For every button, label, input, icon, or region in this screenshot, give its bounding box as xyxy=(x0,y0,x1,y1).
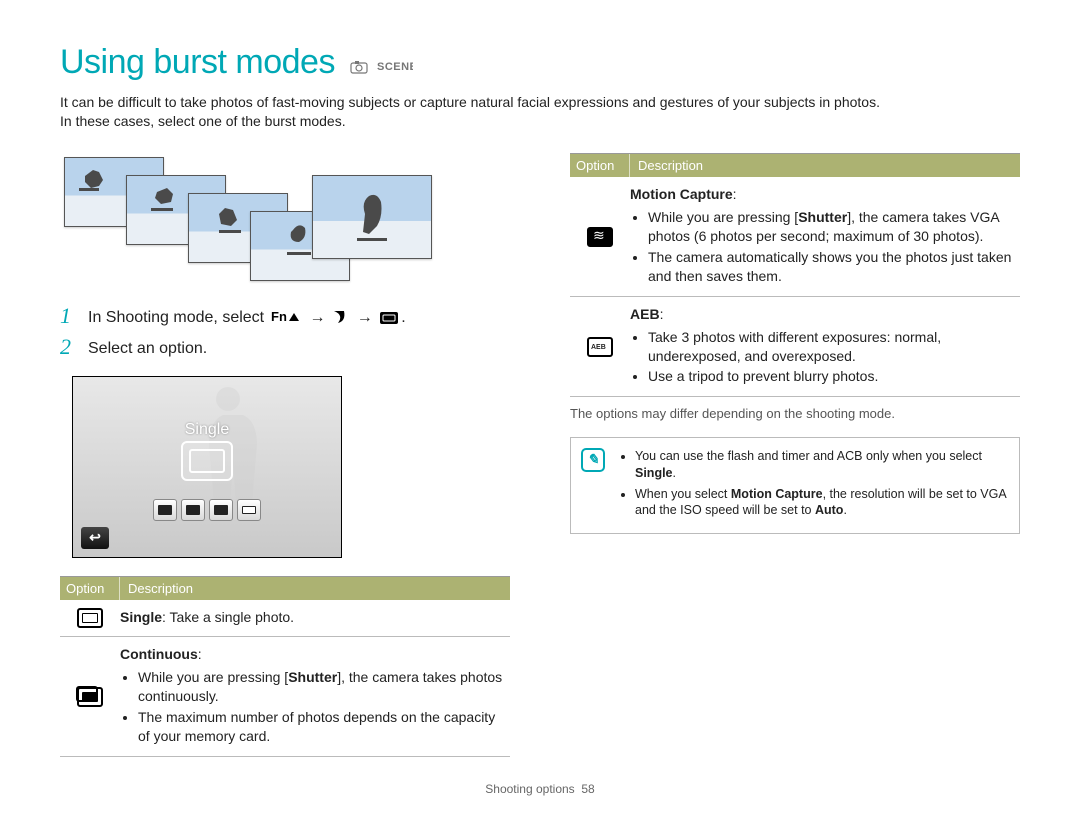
info-icon: ✎ xyxy=(581,448,605,472)
bullet-list: While you are pressing [Shutter], the ca… xyxy=(630,208,1016,286)
preview-mode-row xyxy=(153,499,261,521)
bullet-list: While you are pressing [Shutter], the ca… xyxy=(120,668,506,746)
single-icon xyxy=(77,608,103,628)
continuous-icon xyxy=(77,687,103,707)
burst-sequence-illustration xyxy=(60,157,510,287)
preview-mode-label: Single xyxy=(185,419,229,441)
arrow-icon xyxy=(332,309,346,325)
page-title: Using burst modes SCENE xyxy=(60,40,1020,87)
right-column: Option Description Motion Capture: While… xyxy=(570,153,1020,757)
title-mode-icons: SCENE xyxy=(350,41,413,87)
left-column: 1 In Shooting mode, select Fn → → . 2 Se… xyxy=(60,153,510,757)
bullet-list: You can use the flash and timer and ACB … xyxy=(619,448,1007,520)
intro-text: It can be difficult to take photos of fa… xyxy=(60,93,1020,131)
step-1: 1 In Shooting mode, select Fn → → . xyxy=(60,305,510,329)
info-box: ✎ You can use the flash and timer and AC… xyxy=(570,437,1020,535)
aeb-icon xyxy=(587,337,613,357)
page-footer: Shooting options 58 xyxy=(0,781,1080,797)
svg-text:SCENE: SCENE xyxy=(377,61,413,73)
table-header: Option Description xyxy=(60,577,510,601)
camera-preview-screen: Single ↩ xyxy=(72,376,342,558)
left-option-table: Option Description Single: Take a single… xyxy=(60,576,510,757)
table-row: Single: Take a single photo. xyxy=(60,600,510,637)
step-2: 2 Select an option. xyxy=(60,336,510,360)
step-list: 1 In Shooting mode, select Fn → → . 2 Se… xyxy=(60,305,510,360)
title-text: Using burst modes xyxy=(60,43,335,81)
table-row: Continuous: While you are pressing [Shut… xyxy=(60,637,510,756)
table-row: Motion Capture: While you are pressing [… xyxy=(570,177,1020,296)
table-row: AEB: Take 3 photos with different exposu… xyxy=(570,297,1020,398)
right-option-table: Option Description Motion Capture: While… xyxy=(570,153,1020,398)
frame-icon xyxy=(379,311,399,325)
svg-text:Fn: Fn xyxy=(271,309,287,324)
options-note: The options may differ depending on the … xyxy=(570,405,1020,423)
table-header: Option Description xyxy=(570,154,1020,178)
fn-up-icon: Fn xyxy=(271,309,299,325)
bullet-list: Take 3 photos with different exposures: … xyxy=(630,328,1016,387)
motion-capture-icon xyxy=(587,227,613,247)
back-button-icon: ↩ xyxy=(81,527,109,549)
preview-selected-icon xyxy=(181,441,233,481)
